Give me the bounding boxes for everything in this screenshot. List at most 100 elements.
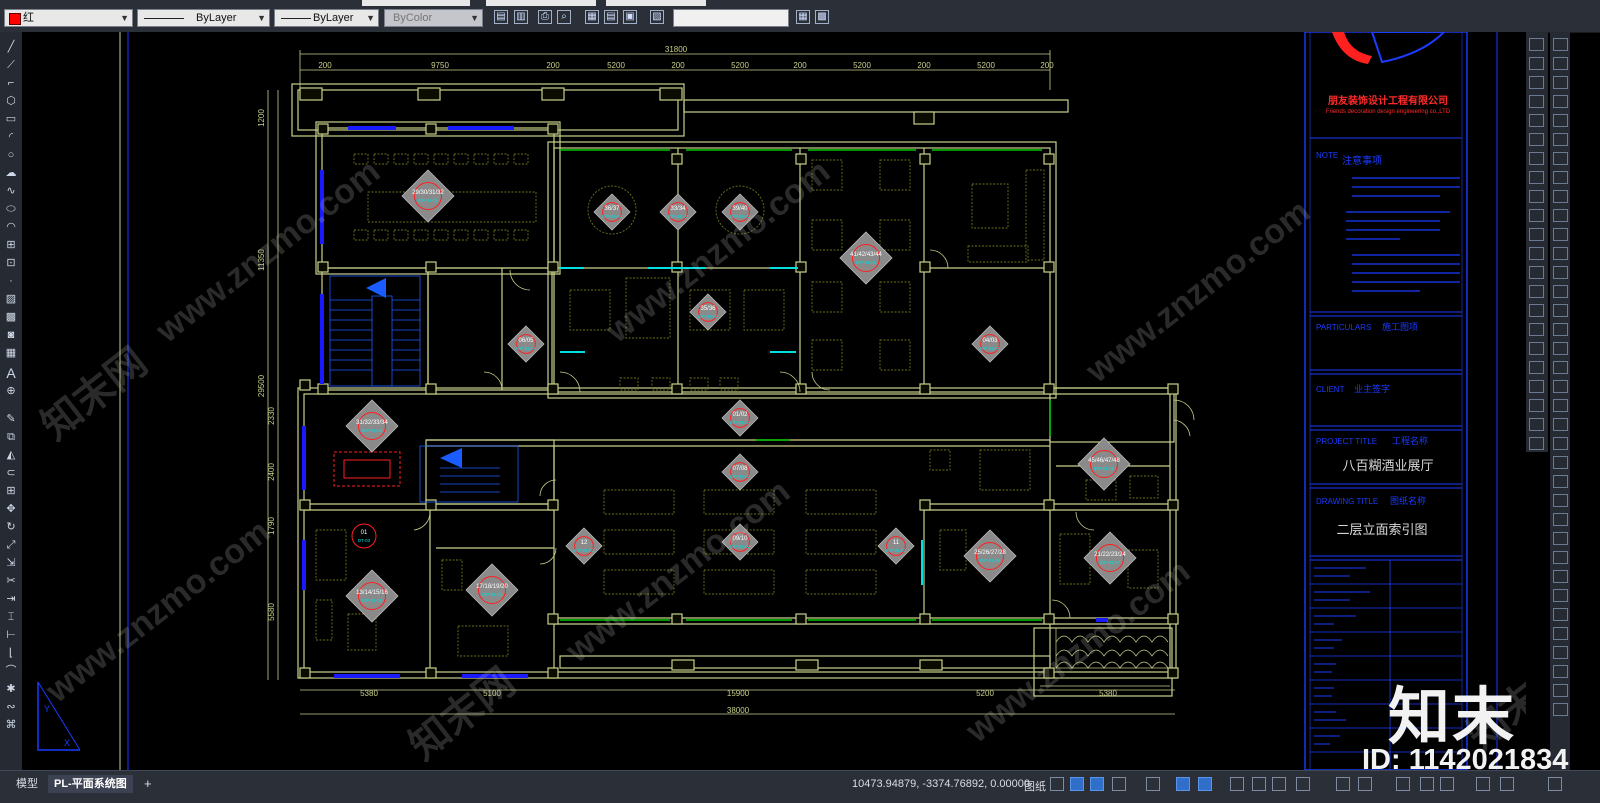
print-icon[interactable]: ⎙ <box>538 10 552 24</box>
hardware-acceleration-icon[interactable] <box>1420 777 1434 791</box>
toolbar-tool-icon[interactable] <box>1553 684 1568 697</box>
toolbar-tool-icon[interactable] <box>1529 228 1544 241</box>
toolbar-tool-icon[interactable] <box>1553 76 1568 89</box>
trim-icon[interactable]: ✂ <box>3 574 19 588</box>
toolbar-tool-icon[interactable] <box>1553 665 1568 678</box>
construction-line-icon[interactable]: ⟋ <box>3 58 19 72</box>
zoom-window-icon[interactable]: ⌕ <box>557 10 571 24</box>
lineweight-select[interactable]: ByLayer ▼ <box>274 9 379 27</box>
add-selected-icon[interactable]: ⊕ <box>3 384 19 398</box>
toolbar-tool-icon[interactable] <box>1553 551 1568 564</box>
drawing-canvas[interactable]: Y X 31800 9750 5200 5200 5200 5200 200 2… <box>22 32 1526 770</box>
toolbar-tool-icon[interactable] <box>1529 114 1544 127</box>
point-icon[interactable]: · <box>3 274 19 288</box>
toolbar-tool-icon[interactable] <box>1553 304 1568 317</box>
toolbar-tool-icon[interactable] <box>1553 190 1568 203</box>
edit-polyline-icon[interactable]: ⌘ <box>3 718 19 732</box>
table-icon[interactable]: ▦ <box>3 346 19 360</box>
toolbar-tool-icon[interactable] <box>1553 114 1568 127</box>
toolbar-tool-icon[interactable] <box>1553 513 1568 526</box>
toolbar-tool-icon[interactable] <box>1553 95 1568 108</box>
toolbar-tool-icon[interactable] <box>1553 418 1568 431</box>
toolbar-tool-icon[interactable] <box>1553 494 1568 507</box>
toolbar-tool-icon[interactable] <box>1553 228 1568 241</box>
osnap-tracking-icon[interactable] <box>1176 777 1190 791</box>
toolbar-tool-icon[interactable] <box>1553 646 1568 659</box>
toolbar-tool-icon[interactable] <box>1553 171 1568 184</box>
transparency-toggle-icon[interactable] <box>1252 777 1266 791</box>
block-icon[interactable]: ▧ <box>650 10 664 24</box>
revision-cloud-icon[interactable]: ☁ <box>3 166 19 180</box>
ortho-toggle-icon[interactable] <box>1090 777 1104 791</box>
break-icon[interactable]: ⌶ <box>3 610 19 624</box>
menu-icon[interactable] <box>1548 777 1562 791</box>
mirror-icon[interactable]: ◭ <box>3 448 19 462</box>
toolbar-tool-icon[interactable] <box>1553 627 1568 640</box>
add-icon[interactable] <box>1396 777 1410 791</box>
toolbar-tool-icon[interactable] <box>1529 285 1544 298</box>
toolbar-tool-icon[interactable] <box>1553 38 1568 51</box>
toolbar-tool-icon[interactable] <box>1553 266 1568 279</box>
toolbar-tool-icon[interactable] <box>1553 323 1568 336</box>
tab-model[interactable]: 模型 <box>10 775 44 793</box>
color-select[interactable]: 红 ▼ <box>4 9 133 27</box>
paper-space-toggle[interactable]: 图纸 <box>1024 778 1046 794</box>
workspace-icon[interactable] <box>1336 777 1350 791</box>
hatch-icon[interactable]: ▨ <box>3 292 19 306</box>
toolbar-tool-icon[interactable] <box>1553 399 1568 412</box>
toolbar-tool-icon[interactable] <box>1553 380 1568 393</box>
toolbar-tool-icon[interactable] <box>1553 342 1568 355</box>
line-icon[interactable]: ╱ <box>3 40 19 54</box>
make-block-icon[interactable]: ⊡ <box>3 256 19 270</box>
annotation-scale-icon[interactable] <box>1296 777 1310 791</box>
blend-icon[interactable]: ∾ <box>3 700 19 714</box>
toolbar-tool-icon[interactable] <box>1529 266 1544 279</box>
toolbar-tool-icon[interactable] <box>1529 418 1544 431</box>
grid-icon[interactable]: ▦ <box>585 10 599 24</box>
polyline-icon[interactable]: ⌐ <box>3 76 19 90</box>
table-icon[interactable]: ▤ <box>604 10 618 24</box>
rotate-icon[interactable]: ↻ <box>3 520 19 534</box>
toolbar-tool-icon[interactable] <box>1529 399 1544 412</box>
fillet-icon[interactable]: ⌒ <box>3 664 19 678</box>
move-icon[interactable]: ✥ <box>3 502 19 516</box>
group-icon[interactable]: ▣ <box>623 10 637 24</box>
layout-grid-icon[interactable]: ▩ <box>815 10 829 24</box>
scale-icon[interactable]: ⤢ <box>3 538 19 552</box>
plotstyle-select[interactable]: ByColor ▼ <box>384 9 483 27</box>
toolbar-tool-icon[interactable] <box>1529 361 1544 374</box>
toolbar-tool-icon[interactable] <box>1553 589 1568 602</box>
toolbar-tool-icon[interactable] <box>1529 95 1544 108</box>
isolate-objects-icon[interactable] <box>1440 777 1454 791</box>
insert-block-icon[interactable]: ⊞ <box>3 238 19 252</box>
toolbar-tool-icon[interactable] <box>1553 608 1568 621</box>
stretch-icon[interactable]: ⇲ <box>3 556 19 570</box>
polygon-icon[interactable]: ⬡ <box>3 94 19 108</box>
toolbar-tool-icon[interactable] <box>1529 57 1544 70</box>
isodraft-toggle-icon[interactable] <box>1146 777 1160 791</box>
toolbar-tool-icon[interactable] <box>1529 38 1544 51</box>
toolbar-tool-icon[interactable] <box>1529 437 1544 450</box>
floor-plan[interactable]: Y X 31800 9750 5200 5200 5200 5200 200 2… <box>22 32 1526 770</box>
explode-icon[interactable]: ✱ <box>3 682 19 696</box>
toolbar-tool-icon[interactable] <box>1553 285 1568 298</box>
rectangle-icon[interactable]: ▭ <box>3 112 19 126</box>
toolbar-tool-icon[interactable] <box>1529 304 1544 317</box>
grid-toggle-icon[interactable] <box>1050 777 1064 791</box>
layer-states-icon[interactable]: ▤ <box>494 10 508 24</box>
offset-icon[interactable]: ⊂ <box>3 466 19 480</box>
toolbar-tool-icon[interactable] <box>1553 570 1568 583</box>
toolbar-tool-icon[interactable] <box>1553 361 1568 374</box>
linetype-select[interactable]: ByLayer ▼ <box>137 9 270 27</box>
ellipse-arc-icon[interactable]: ◠ <box>3 220 19 234</box>
circle-icon[interactable]: ○ <box>3 148 19 162</box>
layout-icon[interactable]: ▦ <box>796 10 810 24</box>
toolbar-tool-icon[interactable] <box>1529 342 1544 355</box>
toolbar-tool-icon[interactable] <box>1529 247 1544 260</box>
spline-icon[interactable]: ∿ <box>3 184 19 198</box>
toolbar-tool-icon[interactable] <box>1529 380 1544 393</box>
toolbar-tool-icon[interactable] <box>1529 190 1544 203</box>
selection-cycling-icon[interactable] <box>1272 777 1286 791</box>
tab-layout-plan[interactable]: PL-平面系统图 <box>48 775 133 793</box>
copy-icon[interactable]: ⧉ <box>3 430 19 444</box>
